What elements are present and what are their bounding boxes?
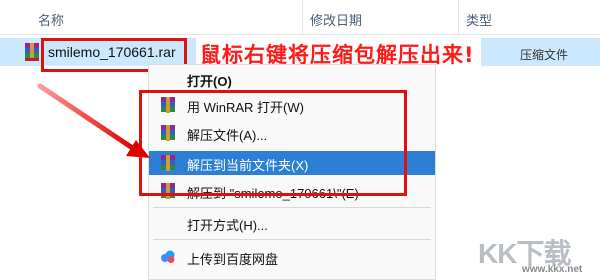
arrow-shaft [37, 83, 137, 152]
watermark-url: www.kkx.net [522, 264, 583, 275]
